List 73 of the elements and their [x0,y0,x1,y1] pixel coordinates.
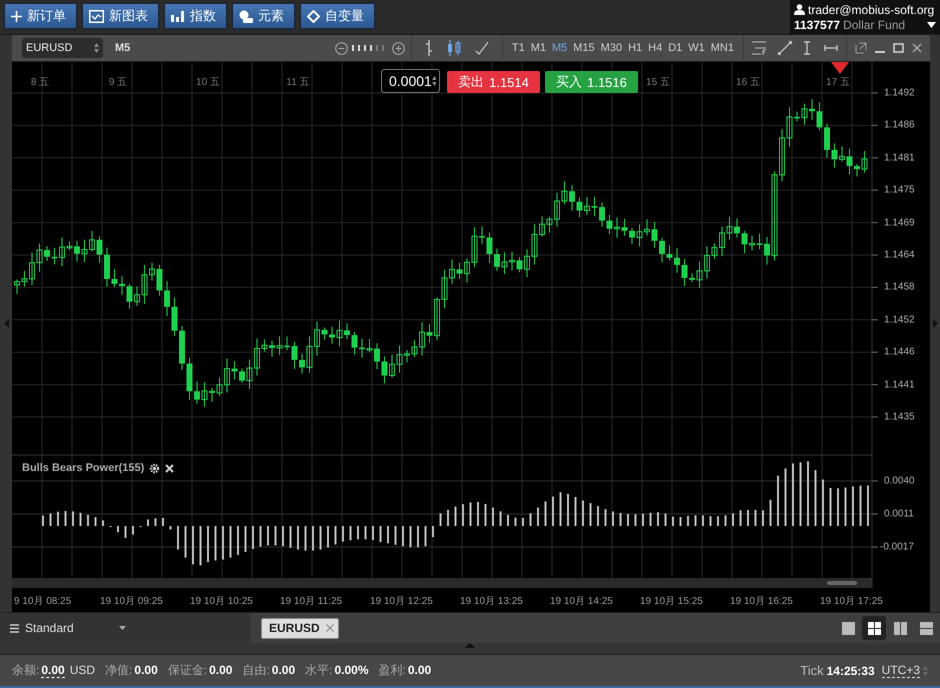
price-label: 1.1481 [884,152,915,164]
status-value: 0.00% [334,663,369,677]
day-label: 16 五 [736,76,760,89]
indicator-value-label: 0.0011 [884,508,914,520]
status-value: 0.00 [272,663,296,677]
day-label: 10 五 [196,76,220,89]
price-label: 1.1475 [884,184,915,196]
status-value: 0.00 [134,663,158,677]
currency-label: USD [70,663,96,677]
status-label: 水平: [305,662,332,679]
day-label: 9 五 [108,76,128,89]
price-label: 1.1452 [884,314,915,326]
time-label: 19 10月 11:25 [280,595,342,608]
day-label: 8 五 [30,76,50,89]
account-email: trader@mobius-soft.org [808,2,934,16]
toolbar-button[interactable]: 新订单 [4,3,77,29]
indicator-value-label: 0.0040 [884,476,915,486]
status-value: 0.00 [408,663,432,677]
status-label: 余额: [12,662,40,679]
toolbar-button[interactable]: 新图表 [82,3,159,29]
toolbar-button[interactable]: 自变量 [300,3,375,29]
tick-label: Tick [800,663,824,678]
sell-button[interactable]: 卖出 1.1514 [447,71,540,93]
timeframe-button[interactable]: M30 [598,42,626,54]
timeframe-button[interactable]: M5 [548,42,570,54]
indicator-value-label: -0.0017 [880,542,914,552]
timeframe-button[interactable]: H1 [625,42,646,54]
day-label: 11 五 [286,76,310,89]
lot-size-field[interactable]: 0.0001 [381,69,440,93]
buy-button[interactable]: 买入 1.1516 [545,71,638,93]
status-value: 0.00 [209,663,232,677]
toolbar-button[interactable]: 元素 [232,3,295,29]
price-label: 1.1492 [884,88,915,98]
price-label: 1.1446 [884,346,915,358]
time-label: 19 10月 10:25 [190,595,253,608]
price-label: 1.1486 [884,120,915,131]
status-label: 盈利: [378,662,406,679]
timeframe-button[interactable]: H4 [645,42,666,54]
status-label: 保证金: [168,662,208,679]
price-label: 1.1458 [884,282,915,293]
toolbar-button[interactable]: 指数 [164,3,227,29]
status-value[interactable]: 0.00 [41,663,65,678]
price-label: 1.1464 [884,250,915,260]
status-label: 自由: [242,662,270,679]
time-label: 19 10月 17:25 [820,595,883,608]
timeframe-button[interactable]: MN1 [708,42,737,54]
time-label: 9 10月 08:25 [14,595,72,608]
timeframe-label: M5 [115,42,130,54]
day-label: 15 五 [646,76,670,89]
price-label: 1.1435 [884,412,915,422]
time-label: 19 10月 15:25 [640,595,703,608]
symbol-select[interactable]: EURUSD [22,38,103,58]
time-label: 19 10月 12:25 [370,595,433,608]
template-dropdown[interactable]: Standard [0,613,250,643]
timeframe-button[interactable]: T1 [508,42,528,54]
status-label: 净值: [105,662,132,679]
time-label: 19 10月 16:25 [730,595,793,608]
indicator-title: Bulls Bears Power(155) [22,462,144,474]
server-time: 14:25:33 [826,664,875,678]
timezone-link[interactable]: UTC+3 [882,663,920,678]
price-label: 1.1441 [884,379,915,390]
time-label: 19 10月 13:25 [460,595,523,608]
chart-tab[interactable]: EURUSD [261,618,339,638]
account-number: 1137577 [794,18,840,32]
time-label: 19 10月 09:25 [100,595,163,608]
day-label: 17 五 [826,76,850,89]
account-name: Dollar Fund [843,18,906,32]
timeframe-button[interactable]: M15 [570,42,598,54]
timeframe-button[interactable]: W1 [685,42,708,54]
price-label: 1.1469 [884,217,915,228]
timeframe-button[interactable]: D1 [665,42,686,54]
timeframe-button[interactable]: M1 [528,42,549,54]
time-label: 19 10月 14:25 [550,595,613,608]
